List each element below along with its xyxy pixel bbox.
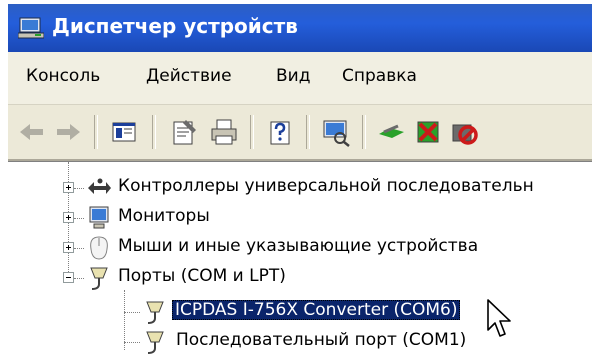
toolbar-separator: [152, 115, 156, 149]
monitor-icon: [89, 206, 109, 229]
port-icon: [146, 331, 164, 354]
expand-toggle[interactable]: [63, 212, 74, 223]
help-icon[interactable]: [264, 116, 296, 148]
tree-connector: [74, 218, 84, 220]
tree-connector: [74, 278, 84, 280]
mouse-cursor-icon: [487, 299, 511, 337]
tree-item-monitors[interactable]: Мониторы: [8, 204, 592, 234]
menu-view[interactable]: Вид: [276, 66, 310, 86]
tree-item-label: Контроллеры универсальной последовательн: [118, 176, 534, 196]
tree-item-label: Мыши и иные указывающие устройства: [118, 236, 479, 256]
port-icon: [90, 267, 108, 290]
toolbar-separator: [94, 115, 98, 149]
properties-icon[interactable]: [168, 116, 200, 148]
toolbar-separator: [306, 115, 310, 149]
menu-bar: Консоль Действие Вид Справка: [8, 52, 592, 105]
mouse-icon: [90, 236, 108, 260]
expand-toggle[interactable]: [63, 242, 74, 253]
update-driver-icon[interactable]: [376, 116, 408, 148]
port-icon: [146, 301, 164, 324]
menu-console[interactable]: Консоль: [26, 66, 100, 86]
show-hide-tree-icon[interactable]: [108, 116, 140, 148]
tree-connector: [124, 342, 140, 344]
toolbar-separator: [250, 115, 254, 149]
expand-toggle[interactable]: [63, 182, 74, 193]
tree-item-mice[interactable]: Мыши и иные указывающие устройства: [8, 234, 592, 264]
scan-hardware-icon[interactable]: [320, 116, 352, 148]
tree-item-label: Последовательный порт (COM1): [176, 330, 467, 350]
print-icon[interactable]: [208, 116, 240, 148]
uninstall-icon[interactable]: [412, 116, 444, 148]
menu-action[interactable]: Действие: [146, 66, 232, 86]
tree-item-usb-controllers[interactable]: Контроллеры универсальной последовательн: [8, 174, 592, 204]
collapse-toggle[interactable]: [63, 272, 74, 283]
tree-item-label: Порты (COM и LPT): [118, 266, 286, 286]
usb-controller-icon: [88, 178, 111, 194]
toolbar: [8, 105, 592, 161]
tree-connector: [124, 312, 140, 314]
device-manager-icon: [18, 17, 44, 39]
forward-arrow-icon[interactable]: [52, 116, 84, 148]
tree-item-ports[interactable]: Порты (COM и LPT): [8, 264, 592, 294]
tree-connector: [74, 188, 84, 190]
title-bar[interactable]: Диспетчер устройств: [8, 4, 592, 52]
disable-icon[interactable]: [448, 116, 480, 148]
selected-device-label: ICPDAS I-756X Converter (COM6): [172, 300, 461, 320]
tree-item-label: Мониторы: [118, 206, 210, 226]
window-title: Диспетчер устройств: [52, 14, 298, 38]
toolbar-separator: [362, 115, 366, 149]
menu-help[interactable]: Справка: [342, 66, 417, 86]
tree-connector: [74, 248, 84, 250]
back-arrow-icon[interactable]: [16, 116, 48, 148]
